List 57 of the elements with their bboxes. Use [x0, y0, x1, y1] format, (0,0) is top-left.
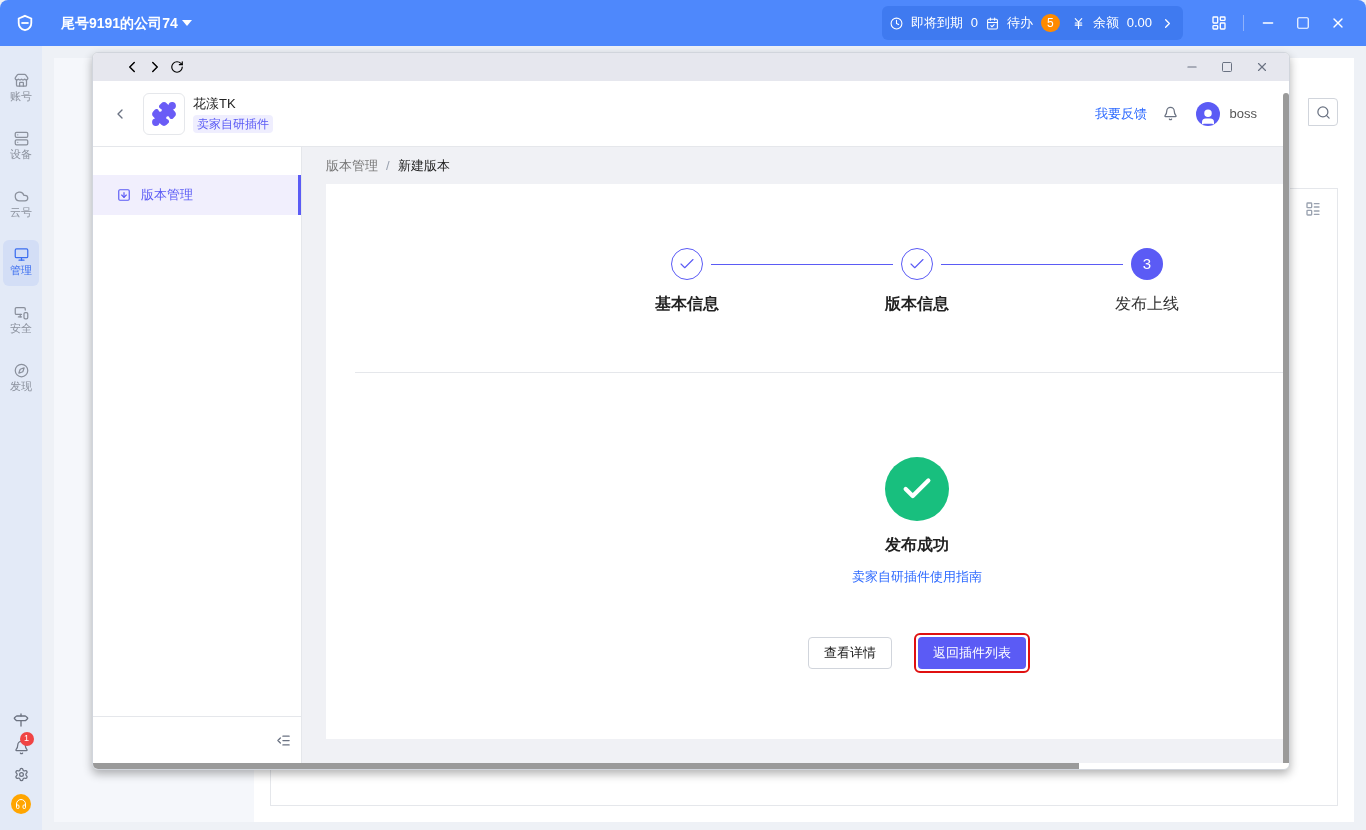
- company-selector[interactable]: 尾号9191的公司74: [61, 12, 192, 34]
- server-icon: [13, 131, 29, 147]
- maximize-icon[interactable]: [1221, 61, 1233, 73]
- step-label: 发布上线: [1114, 294, 1180, 314]
- step-label: 基本信息: [654, 294, 720, 314]
- caret-icon: [181, 19, 192, 27]
- balance-value: 0.00: [1126, 14, 1152, 33]
- result-title: 发布成功: [884, 535, 949, 555]
- sidebar-item[interactable]: 版本管理: [93, 175, 301, 215]
- horizontal-scrollbar[interactable]: [93, 763, 1079, 769]
- nav-rail-item[interactable]: 安全: [3, 298, 39, 344]
- user-name: boss: [1229, 104, 1257, 123]
- vertical-scrollbar[interactable]: [1283, 93, 1289, 763]
- list-view-icon[interactable]: [1305, 201, 1321, 217]
- breadcrumb-separator: /: [386, 156, 390, 175]
- search-button[interactable]: [1308, 98, 1338, 126]
- breadcrumb-item[interactable]: 版本管理: [326, 155, 378, 176]
- reload-icon[interactable]: [170, 60, 184, 74]
- nav-rail-item[interactable]: 设备: [3, 124, 39, 170]
- monitor-icon: [13, 247, 29, 263]
- todo-label: 待办: [1007, 14, 1033, 33]
- plugin-name: 花漾TK: [193, 94, 236, 113]
- plugin-tag: 卖家自研插件: [193, 115, 273, 134]
- breadcrumb-item: 新建版本: [397, 156, 450, 175]
- window-layout-icon[interactable]: [1211, 15, 1227, 31]
- nav-rail-item[interactable]: 云号: [3, 182, 39, 228]
- store-icon: [13, 73, 29, 89]
- calendar-check-icon: [986, 16, 999, 30]
- version-icon: [117, 188, 131, 202]
- secondary-button[interactable]: 查看详情: [807, 636, 892, 669]
- expiring-count: 0: [970, 14, 978, 33]
- todo-count-badge: 5: [1041, 14, 1060, 32]
- shield-logo-icon: [16, 14, 34, 32]
- nav-rail-item[interactable]: 账号: [3, 66, 39, 112]
- compass-icon: [13, 363, 29, 379]
- avatar-icon[interactable]: [1195, 101, 1220, 126]
- bell-icon[interactable]: [1162, 106, 1178, 121]
- nav-rail-item[interactable]: 管理: [3, 240, 39, 286]
- step-label: 版本信息: [884, 294, 950, 314]
- search-icon: [1315, 104, 1331, 120]
- guide-link[interactable]: 卖家自研插件使用指南: [851, 567, 982, 587]
- primary-button[interactable]: 返回插件列表: [917, 636, 1026, 669]
- notification-badge: 1: [19, 732, 34, 746]
- signpost-icon[interactable]: [13, 712, 29, 728]
- nav-rail-item[interactable]: 发现: [3, 356, 39, 402]
- expiring-label: 即将到期: [910, 14, 963, 33]
- step-number: 3: [1131, 248, 1163, 280]
- monitor-device-icon: [13, 305, 29, 321]
- close-icon[interactable]: [1255, 60, 1269, 74]
- cloud-icon: [13, 189, 29, 205]
- feedback-link[interactable]: 我要反馈: [1094, 103, 1147, 124]
- clock-icon: [889, 16, 903, 30]
- collapse-sidebar-icon[interactable]: [276, 732, 291, 748]
- settings-icon[interactable]: [13, 767, 29, 782]
- bell-icon[interactable]: [13, 740, 29, 755]
- plugin-logo: [143, 92, 185, 135]
- balance-label: 余额: [1092, 14, 1119, 33]
